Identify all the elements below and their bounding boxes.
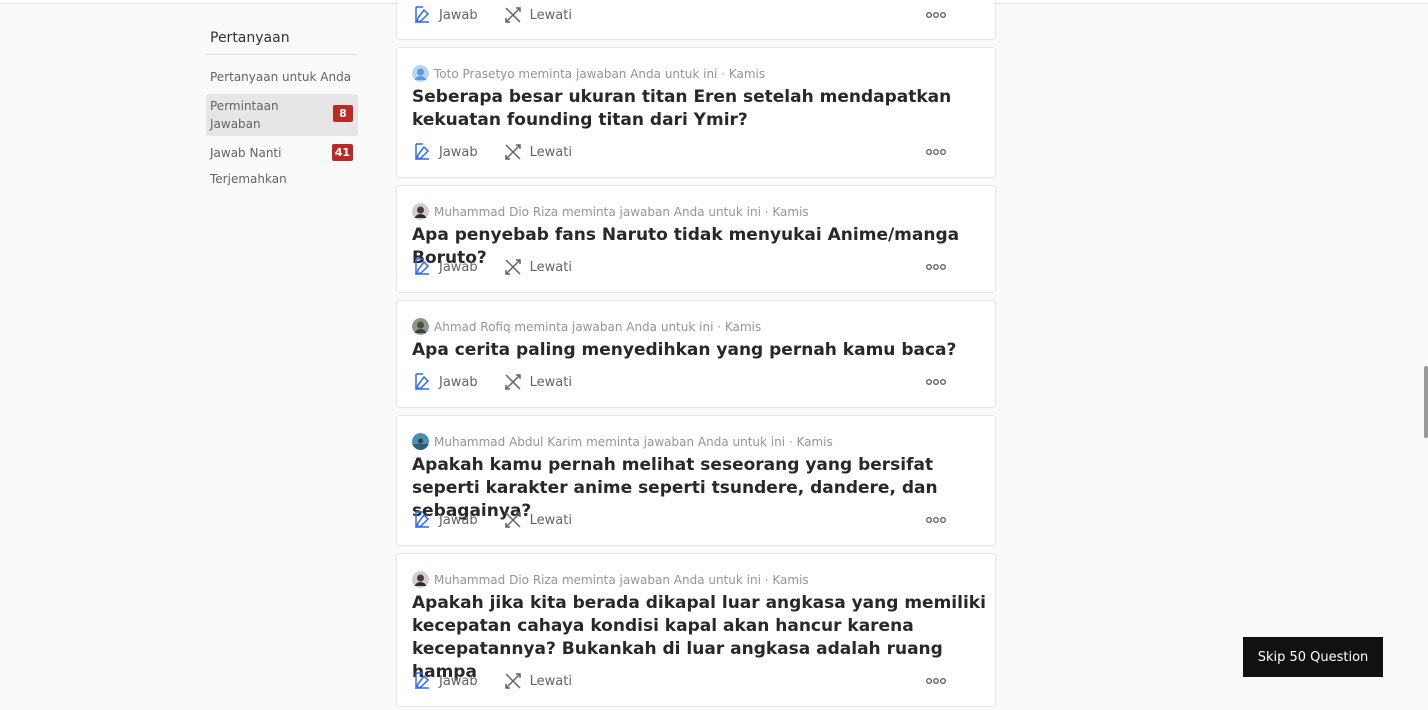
avatar[interactable]	[412, 433, 429, 450]
requester-text: Muhammad Dio Riza meminta jawaban Anda u…	[434, 572, 809, 587]
avatar[interactable]	[412, 318, 429, 335]
answer-button[interactable]: Jawab	[412, 5, 478, 25]
question-card: Muhammad Abdul Karim meminta jawaban And…	[396, 415, 996, 546]
sidebar-item-answer-requests[interactable]: Permintaan Jawaban 8	[206, 94, 358, 136]
pencil-edit-icon	[415, 6, 430, 24]
question-card: Ahmad Rofiq meminta jawaban Anda untuk i…	[396, 300, 996, 408]
skip-label: Lewati	[529, 7, 572, 23]
answer-button[interactable]: Jawab	[412, 257, 478, 277]
ellipsis-icon	[926, 149, 946, 155]
card-actions: Jawab Lewati	[412, 142, 978, 162]
question-meta: Muhammad Abdul Karim meminta jawaban And…	[412, 433, 833, 450]
pencil-edit-icon	[415, 672, 430, 690]
requester-text: Toto Prasetyo meminta jawaban Anda untuk…	[434, 66, 766, 81]
requester-text: Muhammad Dio Riza meminta jawaban Anda u…	[434, 204, 809, 219]
sidebar-item-label: Permintaan Jawaban	[210, 99, 279, 131]
pencil-edit-icon	[415, 511, 430, 529]
question-card: Muhammad Dio Riza meminta jawaban Anda u…	[396, 185, 996, 293]
sidebar-item-label: Pertanyaan untuk Anda	[210, 70, 352, 84]
more-options-button[interactable]	[926, 11, 953, 19]
ellipsis-icon	[926, 379, 946, 385]
skip-50-questions-button[interactable]: Skip 50 Question	[1243, 637, 1383, 677]
ellipsis-icon	[926, 517, 946, 523]
sidebar: Pertanyaan Pertanyaan untuk Anda Permint…	[206, 30, 358, 196]
avatar[interactable]	[412, 65, 429, 82]
question-title[interactable]: Apa cerita paling menyedihkan yang perna…	[412, 339, 987, 362]
skip-label: Lewati	[529, 144, 572, 160]
skip-question-button[interactable]: Lewati	[503, 372, 572, 392]
question-card: Toto Prasetyo meminta jawaban Anda untuk…	[396, 47, 996, 178]
ellipsis-icon	[926, 264, 946, 270]
skip-label: Lewati	[529, 259, 572, 275]
requester-text: Muhammad Abdul Karim meminta jawaban And…	[434, 434, 833, 449]
skip-label: Lewati	[529, 673, 572, 689]
skip-label: Lewati	[529, 374, 572, 390]
sidebar-item-translate[interactable]: Terjemahkan	[206, 170, 358, 188]
question-title[interactable]: Seberapa besar ukuran titan Eren setelah…	[412, 86, 987, 132]
answer-label: Jawab	[439, 259, 478, 275]
answer-label: Jawab	[439, 374, 478, 390]
skip-question-button[interactable]: Lewati	[503, 671, 572, 691]
skip-question-button[interactable]: Lewati	[503, 142, 572, 162]
answer-label: Jawab	[439, 144, 478, 160]
more-options-button[interactable]	[926, 263, 953, 271]
pencil-edit-icon	[415, 258, 430, 276]
question-card: Muhammad Dio Riza meminta jawaban Anda u…	[396, 553, 996, 707]
pass-icon	[504, 673, 521, 689]
sidebar-item-answer-later[interactable]: Jawab Nanti 41	[206, 144, 358, 162]
question-card: Jawab Lewati	[396, 0, 996, 40]
pass-icon	[504, 7, 521, 23]
pass-icon	[504, 374, 521, 390]
pass-icon	[504, 144, 521, 160]
answer-button[interactable]: Jawab	[412, 372, 478, 392]
question-meta: Muhammad Dio Riza meminta jawaban Anda u…	[412, 203, 809, 220]
count-badge: 8	[333, 105, 353, 122]
sidebar-item-label: Jawab Nanti	[210, 146, 282, 160]
more-options-button[interactable]	[926, 516, 953, 524]
more-options-button[interactable]	[926, 378, 953, 386]
skip-question-button[interactable]: Lewati	[503, 510, 572, 530]
skip-question-button[interactable]: Lewati	[503, 5, 572, 25]
pass-icon	[504, 512, 521, 528]
question-meta: Toto Prasetyo meminta jawaban Anda untuk…	[412, 65, 765, 82]
avatar[interactable]	[412, 571, 429, 588]
answer-label: Jawab	[439, 7, 478, 23]
more-options-button[interactable]	[926, 677, 953, 685]
pencil-edit-icon	[415, 373, 430, 391]
skip-label: Lewati	[529, 512, 572, 528]
avatar[interactable]	[412, 203, 429, 220]
more-options-button[interactable]	[926, 148, 953, 156]
pass-icon	[504, 259, 521, 275]
answer-button[interactable]: Jawab	[412, 510, 478, 530]
answer-label: Jawab	[439, 512, 478, 528]
answer-button[interactable]: Jawab	[412, 142, 478, 162]
scrollbar-thumb[interactable]	[1424, 366, 1428, 438]
sidebar-title: Pertanyaan	[206, 30, 358, 55]
card-actions: Jawab Lewati	[412, 510, 978, 530]
ellipsis-icon	[926, 678, 946, 684]
question-meta: Ahmad Rofiq meminta jawaban Anda untuk i…	[412, 318, 761, 335]
answer-button[interactable]: Jawab	[412, 671, 478, 691]
skip-question-button[interactable]: Lewati	[503, 257, 572, 277]
sidebar-item-questions-for-you[interactable]: Pertanyaan untuk Anda	[206, 68, 358, 86]
card-actions: Jawab Lewati	[412, 372, 978, 392]
count-badge: 41	[331, 144, 353, 161]
question-meta: Muhammad Dio Riza meminta jawaban Anda u…	[412, 571, 809, 588]
ellipsis-icon	[926, 12, 946, 18]
card-actions: Jawab Lewati	[412, 257, 978, 277]
pencil-edit-icon	[415, 143, 430, 161]
card-actions: Jawab Lewati	[412, 5, 978, 25]
sidebar-item-label: Terjemahkan	[210, 172, 287, 186]
card-actions: Jawab Lewati	[412, 671, 978, 691]
answer-label: Jawab	[439, 673, 478, 689]
requester-text: Ahmad Rofiq meminta jawaban Anda untuk i…	[434, 319, 762, 334]
